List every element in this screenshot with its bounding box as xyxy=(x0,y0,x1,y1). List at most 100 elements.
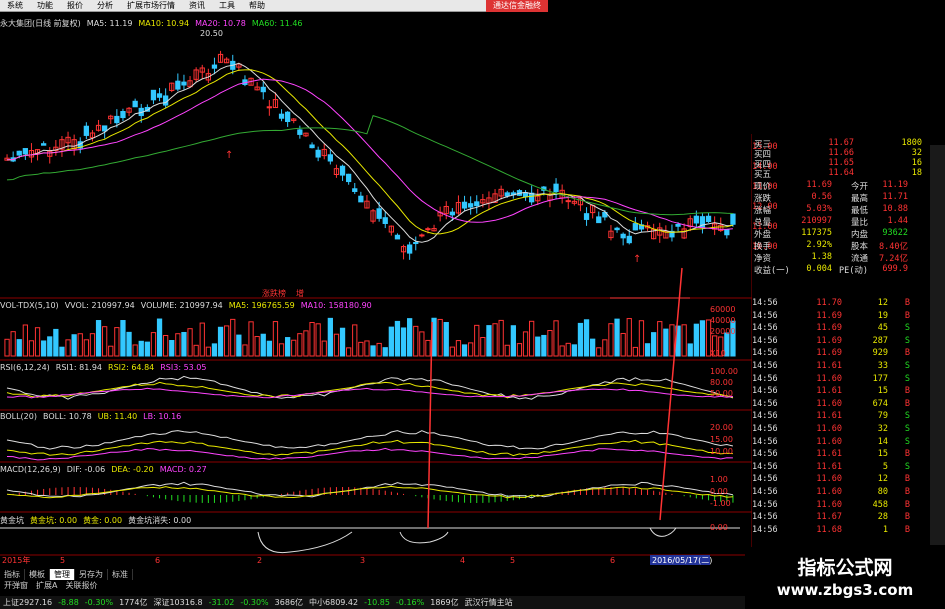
ext-a-button[interactable]: 扩展A xyxy=(32,580,61,591)
volume-bar xyxy=(138,340,144,357)
trade-side: B xyxy=(904,474,910,485)
zx-index[interactable]: 中小6809.42 xyxy=(309,597,358,608)
stat-label: 量比 xyxy=(850,218,868,228)
volume-bar xyxy=(10,331,16,357)
stat-value: 0.004 xyxy=(806,264,832,274)
volume-bar xyxy=(474,324,480,357)
trade-volume: 177 xyxy=(872,373,888,384)
trade-side: B xyxy=(904,487,910,497)
extra-label: 增 xyxy=(296,288,304,298)
candle-body xyxy=(449,211,455,216)
volume-bar xyxy=(468,342,474,357)
trade-volume: 12 xyxy=(877,474,888,485)
sub-toolbar: 开弹窗 扩展A 关联报价 xyxy=(0,580,745,591)
trade-time: 14:56 xyxy=(752,411,778,422)
stat-row: 收益(一) 0.004 PE(动) 699.9 xyxy=(752,264,908,276)
linked-quote-button[interactable]: 关联报价 xyxy=(61,580,101,591)
trade-row: 14:56 11.60 80 B xyxy=(752,487,910,498)
volume-bar xyxy=(577,322,584,357)
candle-body xyxy=(382,217,388,224)
volume-bar xyxy=(108,345,114,357)
stat-label: 收益(一) xyxy=(754,266,790,276)
trade-volume: 5 xyxy=(882,461,888,472)
stat-label: 现价 xyxy=(754,182,772,192)
boll-lb: LB: 10.16 xyxy=(143,412,182,421)
tab-indicator[interactable]: 指标 xyxy=(0,568,25,580)
trade-volume: 33 xyxy=(877,361,888,371)
sz-index[interactable]: 深证10316.8 xyxy=(153,597,202,608)
trade-volume: 19 xyxy=(877,310,888,321)
candle-body xyxy=(41,143,47,146)
boll-ub: UB: 11.40 xyxy=(97,412,138,421)
tab-standard[interactable]: 标准 xyxy=(108,568,133,580)
sh-change: -8.88 xyxy=(58,598,79,607)
stat-label: 内盘 xyxy=(850,230,868,240)
stat-value: 210997 xyxy=(801,216,832,226)
volume-bar xyxy=(516,343,523,357)
macd-panel-label: MACD(12,26,9) DIF: -0.06 DEA: -0.20 MACD… xyxy=(0,465,207,474)
volume-bar xyxy=(455,340,462,357)
stat-label: 最低 xyxy=(850,206,868,216)
volume-bar xyxy=(376,342,382,357)
trade-price: 11.60 xyxy=(816,424,842,434)
volume-bar xyxy=(120,320,126,357)
trade-time: 14:56 xyxy=(752,487,778,497)
macd-tick: 1.00 xyxy=(710,475,728,484)
stat-value: 8.40亿 xyxy=(879,242,908,252)
volume-bar xyxy=(248,321,254,357)
candle-body xyxy=(22,148,28,155)
volume-bar xyxy=(626,318,632,357)
candle-body xyxy=(620,233,626,239)
volume-bar xyxy=(175,333,181,357)
trade-price: 11.60 xyxy=(816,436,842,447)
ma60-line xyxy=(6,114,733,216)
trade-time: 14:56 xyxy=(752,298,778,308)
volume-bar xyxy=(407,318,413,357)
candle-body xyxy=(705,215,712,223)
volume-bar xyxy=(254,336,260,357)
volume-bar xyxy=(608,323,614,357)
stat-value: 11.19 xyxy=(882,180,908,190)
volume-bar xyxy=(126,331,132,357)
volume-bar xyxy=(510,325,516,357)
volume-bar xyxy=(699,320,706,357)
candle-body xyxy=(309,144,315,149)
volume-bar xyxy=(236,334,242,357)
trade-price: 11.60 xyxy=(816,373,842,384)
kline-chart[interactable]: 20.50 涨跌榜 增 ↑ ↑ 60000 40000 20000 X10 100.00 80.00… xyxy=(0,0,752,596)
volume-bar xyxy=(669,324,675,357)
volume-bar xyxy=(59,346,65,357)
stat-value: 699.9 xyxy=(882,264,908,274)
volume-bar xyxy=(224,325,230,357)
gold-v1: 黄金坑: 0.00 xyxy=(30,516,78,525)
sh-amount: 1774亿 xyxy=(119,598,148,607)
stat-label: 流通 xyxy=(850,254,868,264)
candle-body xyxy=(83,125,89,136)
volume-bar xyxy=(504,344,510,357)
trade-time: 14:56 xyxy=(752,436,778,447)
tab-manage[interactable]: 管理 xyxy=(50,568,75,580)
trade-price: 11.69 xyxy=(816,348,842,359)
gold-tick: 0.00 xyxy=(710,523,728,532)
sh-index[interactable]: 上证2927.16 xyxy=(3,597,52,608)
open-popup-button[interactable]: 开弹窗 xyxy=(0,580,32,591)
tab-template[interactable]: 模板 xyxy=(25,568,50,580)
date-label: 5 xyxy=(510,556,515,565)
volume-bar xyxy=(205,346,211,357)
candle-body xyxy=(102,125,108,132)
stat-label: PE(动) xyxy=(839,266,868,276)
tab-save-as[interactable]: 另存为 xyxy=(75,568,108,580)
stat-label: 换手 xyxy=(754,242,772,252)
trade-volume: 458 xyxy=(872,499,888,510)
gold-v3: 黄金坑消失: 0.00 xyxy=(128,516,192,525)
candle-body xyxy=(339,165,346,176)
volume-bar xyxy=(632,346,638,357)
stat-label: 总量 xyxy=(754,218,772,228)
stat-row: 现价 11.69 今开 11.19 xyxy=(752,180,908,192)
volume-bar xyxy=(346,347,352,357)
side-tab-strip[interactable] xyxy=(930,145,945,545)
volume-bar xyxy=(199,322,205,357)
trade-volume: 80 xyxy=(877,487,888,497)
volume-bar xyxy=(47,336,53,357)
volume-bar xyxy=(242,344,248,357)
